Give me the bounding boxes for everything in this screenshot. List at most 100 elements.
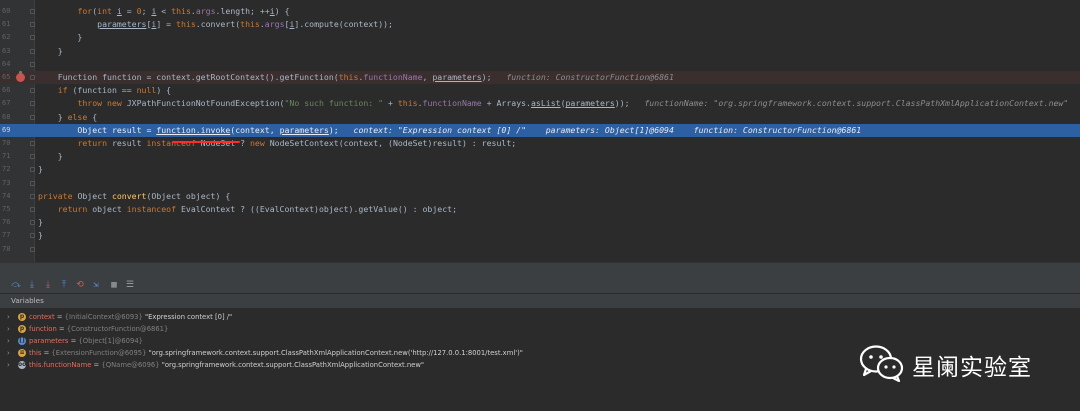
fold-marker-icon[interactable] xyxy=(30,114,35,120)
fold-marker-icon[interactable] xyxy=(30,167,35,173)
line-number[interactable]: 68 xyxy=(2,111,18,124)
line-number[interactable]: 66 xyxy=(2,84,18,97)
code-line[interactable]: 71 } xyxy=(0,150,1080,163)
fold-marker-icon[interactable] xyxy=(30,22,35,28)
code-token: (Object object) { xyxy=(146,190,231,201)
code-text: } xyxy=(38,31,82,44)
code-line[interactable]: 68 } else { xyxy=(0,111,1080,124)
step-over-icon[interactable]: ⤼ xyxy=(11,280,21,290)
code-token: Object xyxy=(72,190,112,201)
code-token: NodeSet ? xyxy=(195,138,250,148)
code-token: .length; ++ xyxy=(215,6,270,16)
line-number[interactable]: 67 xyxy=(2,97,18,110)
code-line[interactable]: 64 xyxy=(0,58,1080,71)
expand-chevron-icon[interactable]: › xyxy=(7,323,10,335)
line-number[interactable]: 75 xyxy=(2,203,18,216)
fold-marker-icon[interactable] xyxy=(30,9,35,14)
line-number[interactable]: 72 xyxy=(2,163,18,176)
fold-marker-icon[interactable] xyxy=(30,141,35,146)
code-line[interactable]: 70 return result instanceof NodeSet ? ne… xyxy=(0,137,1080,150)
expand-chevron-icon[interactable]: › xyxy=(7,335,10,347)
code-line[interactable]: 74 private Object convert(Object object) … xyxy=(0,190,1080,203)
breakpoint-icon[interactable] xyxy=(16,71,25,82)
code-line[interactable]: 76} xyxy=(0,216,1080,229)
fold-marker-icon[interactable] xyxy=(30,48,35,54)
code-token: , xyxy=(422,72,433,82)
line-number[interactable]: 73 xyxy=(2,177,18,190)
code-line[interactable]: 66 if (function == null) { xyxy=(0,84,1080,97)
fold-marker-icon[interactable] xyxy=(30,35,35,41)
code-token: } xyxy=(38,164,43,175)
code-line[interactable]: 67 throw new JXPathFunctionNotFoundExcep… xyxy=(0,97,1080,110)
code-token: if xyxy=(57,85,68,96)
code-line-current[interactable]: 69 Object result = function.invoke(conte… xyxy=(0,123,1080,137)
code-line[interactable]: 73 xyxy=(0,177,1080,190)
line-number[interactable]: 70 xyxy=(2,137,18,150)
code-line[interactable]: 75 return object instanceof EvalContext … xyxy=(0,203,1080,216)
drop-frame-icon[interactable]: ⟲ xyxy=(75,280,85,290)
expand-chevron-icon[interactable]: › xyxy=(7,359,10,371)
code-token: EvalContext ? ((EvalContext)object).getV… xyxy=(176,204,458,214)
variable-equals: = xyxy=(54,313,65,321)
code-line[interactable]: 72} xyxy=(0,163,1080,176)
code-line[interactable]: 78 xyxy=(0,243,1080,256)
code-token: for xyxy=(77,6,93,16)
code-line[interactable]: 62 } xyxy=(0,31,1080,44)
code-token: this xyxy=(397,98,418,109)
step-out-icon[interactable]: ⤒ xyxy=(59,280,69,290)
line-number[interactable]: 71 xyxy=(2,150,18,163)
line-number[interactable]: 64 xyxy=(2,58,18,71)
code-token: instanceof xyxy=(126,204,177,214)
run-to-cursor-icon[interactable]: ⇲ xyxy=(91,280,101,290)
panel-divider[interactable] xyxy=(0,262,1080,277)
line-number[interactable]: 60 xyxy=(2,5,18,18)
line-number[interactable]: 62 xyxy=(2,31,18,44)
code-editor[interactable]: 60 for(int i = 0; i < this.args.length; … xyxy=(0,0,1080,262)
fold-marker-icon[interactable] xyxy=(30,180,35,186)
inline-debug-value: function: ConstructorFunction@6861 xyxy=(506,72,674,82)
inline-debug-value: context: "Expression context [0] /" para… xyxy=(353,124,862,135)
variable-type-icon: [] xyxy=(18,337,26,345)
code-token: ].compute(context)); xyxy=(294,19,393,30)
variable-type-icon: p xyxy=(18,325,26,333)
fold-marker-icon[interactable] xyxy=(30,154,35,160)
code-line[interactable]: 61 parameters[i] = this.convert(this.arg… xyxy=(0,18,1080,31)
fold-marker-icon[interactable] xyxy=(30,88,35,94)
line-number[interactable]: 74 xyxy=(2,190,18,203)
code-line[interactable]: 63 } xyxy=(0,45,1080,58)
code-line[interactable]: 77} xyxy=(0,229,1080,242)
fold-marker-icon[interactable] xyxy=(30,246,35,252)
code-token: parameters xyxy=(97,19,147,30)
fold-marker-icon[interactable] xyxy=(30,207,35,212)
variable-name: context xyxy=(29,313,55,321)
list-icon[interactable]: ☰ xyxy=(125,280,135,290)
fold-marker-icon[interactable] xyxy=(30,193,35,199)
code-token: function.invoke xyxy=(156,124,231,135)
line-number[interactable]: 61 xyxy=(2,18,18,31)
line-number[interactable]: 77 xyxy=(2,229,18,242)
fold-marker-icon[interactable] xyxy=(30,75,35,80)
line-number[interactable]: 63 xyxy=(2,45,18,58)
variable-type: {ExtensionFunction@6095} xyxy=(51,349,147,357)
fold-marker-icon[interactable] xyxy=(30,61,35,67)
line-number[interactable]: 69 xyxy=(2,124,18,137)
step-into-icon[interactable]: ⤓ xyxy=(27,280,37,290)
line-number[interactable]: 76 xyxy=(2,216,18,229)
expand-chevron-icon[interactable]: › xyxy=(7,311,10,323)
red-underline-annotation xyxy=(172,141,240,143)
line-number[interactable]: 78 xyxy=(2,243,18,256)
fold-marker-icon[interactable] xyxy=(30,233,35,239)
evaluate-icon[interactable]: ▦ xyxy=(109,280,119,290)
code-token: ] = xyxy=(156,19,177,30)
variable-row[interactable]: › p function = {ConstructorFunction@6861} xyxy=(0,323,1080,335)
code-line[interactable]: 60 for(int i = 0; i < this.args.length; … xyxy=(0,5,1080,18)
code-line[interactable]: 65 Function function = context.getRootCo… xyxy=(0,71,1080,84)
variable-row[interactable]: › p context = {InitialContext@6093} "Expre… xyxy=(0,311,1080,323)
fold-marker-icon[interactable] xyxy=(30,101,35,107)
code-token: + Arrays. xyxy=(481,98,531,109)
force-step-into-icon[interactable]: ⤓ xyxy=(43,280,53,290)
expand-chevron-icon[interactable]: › xyxy=(7,347,10,359)
fold-marker-icon[interactable] xyxy=(30,220,35,226)
